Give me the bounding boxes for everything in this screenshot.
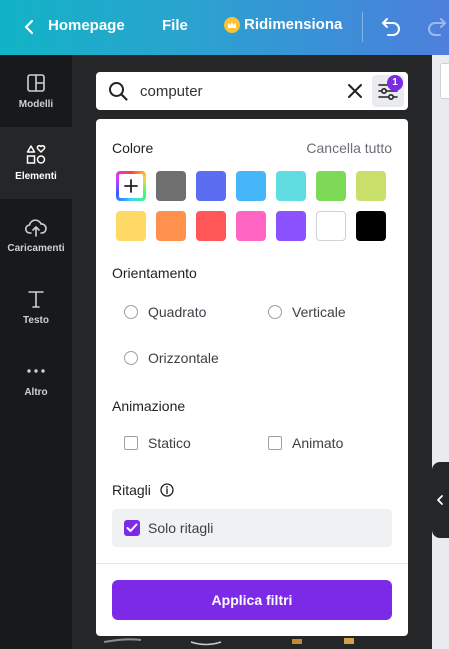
rail-item-altro[interactable]: Altro: [0, 343, 72, 415]
left-rail: Modelli Elementi Caricamenti Testo Altro: [0, 55, 72, 649]
cloud-upload-icon: [24, 215, 48, 239]
rail-label: Modelli: [18, 99, 54, 110]
color-swatch[interactable]: [276, 211, 306, 241]
checkbox-statico[interactable]: [124, 436, 138, 450]
color-swatch[interactable]: [236, 171, 266, 201]
close-icon[interactable]: [345, 81, 365, 101]
cutouts-section-title: Ritagli: [112, 482, 151, 498]
checkbox-checked-icon[interactable]: [124, 520, 140, 536]
option-label: Quadrato: [148, 304, 207, 320]
color-swatch[interactable]: [236, 211, 266, 241]
crown-icon: [224, 16, 240, 33]
homepage-link[interactable]: Homepage: [48, 17, 125, 35]
color-swatch[interactable]: [156, 211, 186, 241]
undo-icon[interactable]: [379, 14, 403, 38]
toolbar-divider: [362, 12, 363, 42]
chevron-left-icon: [437, 495, 443, 505]
filter-count-badge: 1: [387, 75, 403, 91]
radio-quadrato[interactable]: [124, 305, 138, 319]
divider: [96, 563, 408, 564]
color-swatch[interactable]: [156, 171, 186, 201]
text-icon: [24, 287, 48, 311]
rail-label: Elementi: [15, 171, 57, 182]
collapse-panel-button[interactable]: [432, 462, 449, 538]
color-swatch[interactable]: [356, 211, 386, 241]
color-swatch[interactable]: [356, 171, 386, 201]
rail-label: Testo: [23, 315, 49, 326]
search-input[interactable]: [140, 80, 330, 102]
option-label: Statico: [148, 435, 191, 451]
filter-card: Colore Cancella tutto Orientamento Quadr…: [96, 119, 408, 636]
custom-color-swatch[interactable]: [116, 171, 146, 201]
design-canvas-area[interactable]: [432, 55, 449, 649]
cutouts-only-option[interactable]: Solo ritagli: [112, 509, 392, 547]
color-swatch[interactable]: [196, 211, 226, 241]
back-chevron-icon[interactable]: [18, 14, 40, 40]
plus-icon: [124, 179, 138, 193]
search-bar: [96, 72, 408, 110]
radio-orizzontale[interactable]: [124, 351, 138, 365]
rail-label: Caricamenti: [7, 243, 65, 254]
layout-icon: [24, 71, 48, 95]
orientation-section-title: Orientamento: [112, 265, 197, 281]
color-swatch[interactable]: [116, 211, 146, 241]
option-label: Solo ritagli: [148, 520, 214, 536]
resize-button[interactable]: Ridimensiona: [224, 16, 342, 33]
rail-item-caricamenti[interactable]: Caricamenti: [0, 199, 72, 271]
checkbox-animato[interactable]: [268, 436, 282, 450]
rail-label: Altro: [24, 387, 48, 398]
color-section-title: Colore: [112, 140, 154, 156]
top-bar: Homepage File Ridimensiona: [0, 0, 449, 55]
more-icon: [24, 359, 48, 383]
option-label: Orizzontale: [148, 350, 219, 366]
apply-filters-button[interactable]: Applica filtri: [112, 580, 392, 620]
results-thumbnails-peek: [103, 638, 354, 646]
color-swatch[interactable]: [276, 171, 306, 201]
color-swatch[interactable]: [316, 171, 346, 201]
option-label: Verticale: [292, 304, 346, 320]
rail-item-modelli[interactable]: Modelli: [0, 55, 72, 127]
file-menu[interactable]: File: [162, 17, 188, 35]
animation-section-title: Animazione: [112, 398, 186, 414]
canvas-page[interactable]: [440, 63, 449, 99]
color-swatch[interactable]: [316, 211, 346, 241]
option-label: Animato: [292, 435, 344, 451]
search-icon: [108, 81, 128, 101]
color-swatch[interactable]: [196, 171, 226, 201]
clear-all-link[interactable]: Cancella tutto: [306, 140, 392, 156]
redo-icon[interactable]: [425, 14, 449, 38]
rail-item-elementi[interactable]: Elementi: [0, 127, 72, 199]
info-icon[interactable]: [160, 483, 174, 497]
shapes-icon: [24, 143, 48, 167]
rail-item-testo[interactable]: Testo: [0, 271, 72, 343]
radio-verticale[interactable]: [268, 305, 282, 319]
resize-label: Ridimensiona: [244, 16, 343, 33]
